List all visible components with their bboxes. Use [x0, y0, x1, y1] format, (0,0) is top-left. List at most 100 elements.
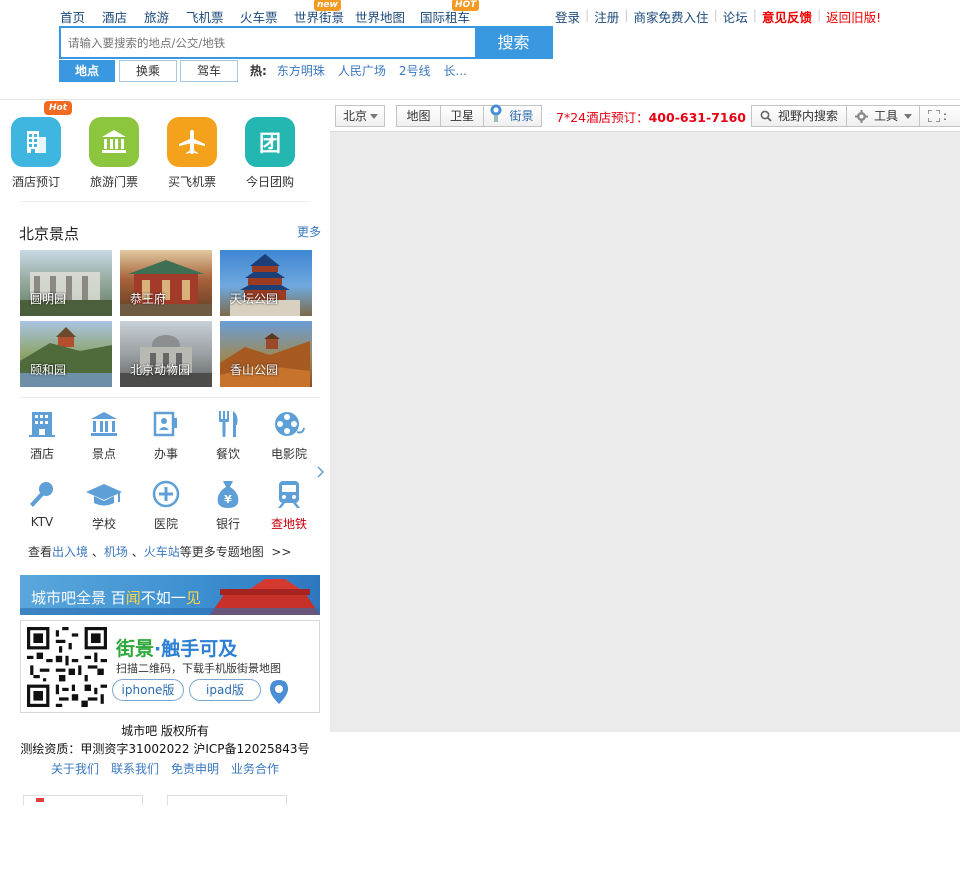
spot-card[interactable]: 香山公园: [220, 321, 312, 387]
spot-card[interactable]: 恭王府: [120, 250, 212, 316]
caret-down-icon: [904, 114, 912, 119]
service-label: 酒店预订: [11, 175, 60, 189]
ad-thumbnail[interactable]: [23, 795, 143, 805]
spot-card[interactable]: 颐和园: [20, 321, 112, 387]
topic-link-immigration[interactable]: 出入境: [52, 545, 88, 559]
footer-link-business[interactable]: 业务合作: [231, 762, 279, 776]
category-subway[interactable]: 查地铁: [261, 479, 317, 532]
service-hotel-booking[interactable]: 酒店预订 Hot: [6, 101, 72, 190]
nav-world-streetview-label: 世界街景: [294, 10, 345, 25]
category-label: 查地铁: [270, 517, 307, 531]
category-services[interactable]: 办事: [138, 409, 194, 462]
pegman-icon: [490, 104, 502, 122]
city-selector[interactable]: 北京: [335, 105, 385, 127]
group-buy-icon: 团: [245, 117, 295, 167]
separator: |: [585, 7, 590, 22]
nav-trains[interactable]: 火车票: [240, 7, 278, 26]
search-in-view-button[interactable]: 视野内搜索: [751, 105, 847, 127]
category-scenic[interactable]: 景点: [76, 409, 132, 462]
hot-item[interactable]: 2号线: [399, 64, 431, 78]
divider: [20, 397, 320, 398]
iphone-download-button[interactable]: iphone版: [112, 679, 184, 701]
tab-transit[interactable]: 换乘: [119, 60, 177, 82]
footer-link-disclaimer[interactable]: 免责申明: [171, 762, 219, 776]
category-hotel[interactable]: 酒店: [14, 409, 70, 462]
license-text: 测绘资质：甲测资字31002022 沪ICP备12025843号: [20, 742, 310, 756]
spot-label: 圆明园: [30, 292, 67, 306]
nav-hotel[interactable]: 酒店: [102, 7, 127, 26]
category-ktv[interactable]: KTV: [14, 479, 70, 529]
money-bag-icon: ¥: [200, 479, 256, 509]
fullscreen-button[interactable]: :: [919, 105, 960, 127]
search-input[interactable]: [61, 28, 477, 57]
category-cinema[interactable]: 电影院: [261, 409, 317, 462]
spot-label: 颐和园: [30, 363, 67, 377]
merchant-link[interactable]: 商家免费入住: [633, 7, 708, 26]
nav-world-streetview[interactable]: 世界街景 new: [294, 0, 345, 26]
tab-place[interactable]: 地点: [59, 60, 115, 82]
graduation-cap-icon: [76, 479, 132, 509]
nav-world-map[interactable]: 世界地图: [355, 7, 405, 26]
service-tour-tickets[interactable]: 旅游门票: [84, 117, 144, 190]
hot-item[interactable]: 东方明珠: [277, 64, 325, 78]
category-school[interactable]: 学校: [76, 479, 132, 532]
forum-link[interactable]: 论坛: [723, 7, 748, 26]
satellite-view-button[interactable]: 卫星: [440, 105, 484, 127]
chevron-right-icon[interactable]: [316, 466, 324, 478]
ad-thumbnail[interactable]: [167, 795, 287, 805]
more-suffix: 等更多专题地图: [179, 545, 264, 559]
register-link[interactable]: 注册: [594, 7, 619, 26]
service-group-buy[interactable]: 团 今日团购: [240, 117, 300, 190]
spot-card[interactable]: 北京动物园: [120, 321, 212, 387]
nav-home[interactable]: 首页: [60, 7, 85, 26]
service-flight-tickets[interactable]: 买飞机票: [162, 117, 222, 190]
caret-down-icon: [370, 114, 378, 119]
tab-driving[interactable]: 驾车: [180, 60, 238, 82]
banner-subtitle: 扫描二维码，下载手机版街景地图: [116, 662, 281, 675]
category-label: 景点: [91, 447, 116, 461]
spot-card[interactable]: 天坛公园: [220, 250, 312, 316]
more-arrow[interactable]: >>: [271, 545, 291, 559]
spots-title: 北京景点: [19, 225, 80, 243]
nav-car-rental[interactable]: 国际租车 HOT: [420, 0, 480, 26]
nav-travel[interactable]: 旅游: [144, 7, 169, 26]
nav-flights[interactable]: 飞机票: [186, 7, 224, 26]
feedback-link[interactable]: 意见反馈: [762, 7, 812, 26]
search-button[interactable]: 搜索: [475, 26, 552, 59]
hot-tag: Hot: [44, 101, 72, 115]
landmark-icon: [76, 409, 132, 439]
category-hospital[interactable]: 医院: [138, 479, 194, 532]
footer-link-contact[interactable]: 联系我们: [111, 762, 159, 776]
separator: 、: [88, 545, 104, 559]
panorama-banner[interactable]: 城市吧全景 百闻不如一见: [20, 575, 320, 615]
tools-label: 工具: [873, 109, 898, 123]
hotline-prefix: 7*24酒店预订：: [556, 110, 649, 125]
category-label: 银行: [215, 517, 240, 531]
login-link[interactable]: 登录: [555, 7, 580, 26]
hot-item[interactable]: 人民广场: [338, 64, 386, 78]
spot-label: 香山公园: [230, 363, 279, 377]
sidebar: 酒店预订 Hot 旅游门票 买飞机票 团 今日团购 北京景点 更多 圆明园 恭王…: [0, 101, 330, 873]
map-canvas[interactable]: [330, 131, 960, 732]
ipad-download-button[interactable]: ipad版: [189, 679, 261, 701]
hot-item[interactable]: 长...: [443, 64, 466, 78]
streetview-button[interactable]: 街景: [483, 104, 542, 127]
topic-link-train-station[interactable]: 火车站: [144, 545, 180, 559]
search-box: 搜索: [59, 26, 553, 59]
new-badge: new: [314, 0, 341, 11]
spot-card[interactable]: 圆明园: [20, 250, 112, 316]
spots-more-link[interactable]: 更多: [297, 223, 321, 240]
subway-train-icon: [261, 479, 317, 509]
old-version-link[interactable]: 返回旧版!: [826, 7, 881, 26]
topic-link-airport[interactable]: 机场: [104, 545, 128, 559]
hot-badge: HOT: [452, 0, 480, 11]
footer-links: 关于我们 联系我们 免责申明 业务合作: [0, 760, 330, 778]
category-dining[interactable]: 餐饮: [200, 409, 256, 462]
city-label: 北京: [343, 109, 368, 123]
film-reel-icon: [261, 409, 317, 439]
tools-dropdown[interactable]: 工具: [846, 105, 920, 127]
nav-car-rental-label: 国际租车: [420, 10, 471, 25]
category-bank[interactable]: ¥ 银行: [200, 479, 256, 532]
footer-link-about[interactable]: 关于我们: [51, 762, 99, 776]
map-view-button[interactable]: 地图: [396, 105, 441, 127]
